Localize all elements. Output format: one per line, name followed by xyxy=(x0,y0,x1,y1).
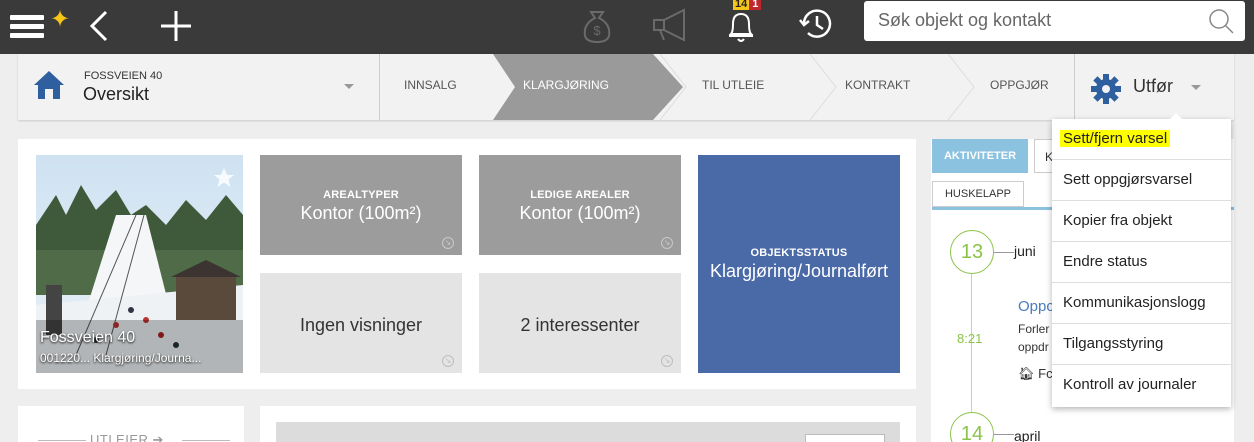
object-header: FOSSVEIEN 40 Oversikt INNSALG KLARGJØRIN… xyxy=(18,54,1234,120)
history-icon[interactable] xyxy=(796,4,836,49)
property-name: FOSSVEIEN 40 xyxy=(84,70,163,82)
month-label: juni xyxy=(1014,243,1036,259)
svg-text:$: $ xyxy=(593,23,601,38)
search-input[interactable] xyxy=(878,10,1198,31)
arealtyper-tile[interactable]: AREALTYPER Kontor (100m²) ↘ xyxy=(260,155,462,255)
activity-link[interactable]: Oppc xyxy=(1018,298,1054,315)
utfor-button[interactable]: Utfør xyxy=(1133,76,1173,97)
arrow-icon: ↘ xyxy=(661,355,673,367)
divider xyxy=(38,440,86,441)
menu-item-kopier-fra-objekt[interactable]: Kopier fra objekt xyxy=(1052,201,1231,242)
map-control[interactable] xyxy=(805,434,885,442)
ledige-arealer-tile[interactable]: LEDIGE AREALER Kontor (100m²) ↘ xyxy=(479,155,681,255)
overview-panel: Fossveien 40 001220... Klargjøring/Journ… xyxy=(18,139,916,389)
gear-icon[interactable] xyxy=(1090,73,1122,110)
arrow-icon: ↘ xyxy=(442,237,454,249)
search-box xyxy=(864,1,1245,41)
month-label: april xyxy=(1014,428,1041,442)
divider xyxy=(994,252,1014,253)
tile-value: 2 interessenter xyxy=(520,315,640,335)
sparkle-icon: ✦ xyxy=(50,6,71,33)
step-klargjoring[interactable]: KLARGJØRING xyxy=(523,78,609,92)
bell-icon[interactable] xyxy=(724,6,758,51)
money-bag-icon[interactable]: $ xyxy=(577,4,617,49)
notification-count: 14 xyxy=(733,0,750,10)
alert-count: 1 xyxy=(749,0,762,10)
menu-item-sett-fjern-varsel[interactable]: Sett/fjern varsel xyxy=(1052,119,1231,160)
arrow-circle-icon: ➔ xyxy=(152,432,164,442)
divider xyxy=(1074,54,1075,120)
menu-item-sett-oppgjorsvarsel[interactable]: Sett oppgjørsvarsel xyxy=(1052,160,1231,201)
tab-aktiviteter[interactable]: AKTIVITETER xyxy=(932,139,1028,173)
home-icon[interactable] xyxy=(32,68,66,107)
step-til-utleie[interactable]: TIL UTLEIE xyxy=(702,78,764,92)
step-oppgjor[interactable]: OPPGJØR xyxy=(990,78,1049,92)
top-bar: ✦ $ 14 1 xyxy=(0,0,1254,54)
back-icon[interactable] xyxy=(86,6,110,53)
tile-value: Ingen visninger xyxy=(299,315,423,335)
step-separator xyxy=(947,54,975,120)
chevron-down-icon[interactable] xyxy=(1191,85,1201,90)
menu-item-kontroll-av-journaler[interactable]: Kontroll av journaler xyxy=(1052,365,1231,406)
objektsstatus-tile[interactable]: OBJEKTSSTATUS Klargjøring/Journalført xyxy=(698,155,900,373)
tile-value: Kontor (100m²) xyxy=(519,203,641,223)
chevron-down-icon[interactable] xyxy=(344,84,354,89)
property-photo[interactable]: Fossveien 40 001220... Klargjøring/Journ… xyxy=(36,155,243,373)
tile-label: AREALTYPER xyxy=(323,189,399,201)
step-innsalg[interactable]: INNSALG xyxy=(404,78,457,92)
menu-icon[interactable]: ✦ xyxy=(10,8,70,42)
megaphone-icon[interactable] xyxy=(650,6,696,51)
view-selector[interactable]: Oversikt xyxy=(83,84,149,105)
divider xyxy=(182,440,230,441)
arrow-icon: ↘ xyxy=(442,355,454,367)
utfor-dropdown-menu: Sett/fjern varsel Sett oppgjørsvarsel Ko… xyxy=(1052,113,1231,407)
visninger-tile[interactable]: Ingen visninger ↘ xyxy=(260,273,462,373)
activity-time: 8:21 xyxy=(957,331,983,346)
arrow-icon: ↘ xyxy=(661,237,673,249)
menu-item-endre-status[interactable]: Endre status xyxy=(1052,242,1231,283)
step-kontrakt[interactable]: KONTRAKT xyxy=(845,78,910,92)
search-icon[interactable] xyxy=(1207,7,1235,40)
tile-label: LEDIGE AREALER xyxy=(530,189,630,201)
utleier-header[interactable]: UTLEIER ➔ xyxy=(90,432,164,442)
step-separator xyxy=(809,54,837,120)
divider xyxy=(994,434,1014,435)
star-icon[interactable] xyxy=(213,167,235,194)
photo-title: Fossveien 40 xyxy=(40,329,136,346)
utleier-label: UTLEIER xyxy=(90,432,149,442)
menu-item-kommunikasjonslogg[interactable]: Kommunikasjonslogg xyxy=(1052,283,1231,324)
tile-label: OBJEKTSSTATUS xyxy=(750,247,848,259)
step-separator xyxy=(659,54,687,120)
activity-text: Forler xyxy=(1018,322,1050,336)
activity-object-label: Fc xyxy=(1038,366,1053,381)
add-icon[interactable] xyxy=(156,3,196,55)
interessenter-tile[interactable]: 2 interessenter ↘ xyxy=(479,273,681,373)
menu-item-tilgangsstyring[interactable]: Tilgangsstyring xyxy=(1052,324,1231,365)
photo-subtitle: 001220... Klargjøring/Journa... xyxy=(40,351,202,365)
tile-value: Kontor (100m²) xyxy=(300,203,422,223)
divider xyxy=(379,54,380,120)
activity-text: oppdr xyxy=(1018,340,1049,354)
activity-object[interactable]: 🏠︎ Fc xyxy=(1018,366,1053,382)
notification-badge: 14 1 xyxy=(733,0,762,10)
menu-item-label: Sett/fjern varsel xyxy=(1060,130,1171,147)
home-icon: 🏠︎ xyxy=(1018,366,1035,381)
tile-value: Klargjøring/Journalført xyxy=(709,261,889,281)
tab-huskelapp[interactable]: HUSKELAPP xyxy=(932,181,1024,207)
date-circle: 13 xyxy=(950,230,994,274)
